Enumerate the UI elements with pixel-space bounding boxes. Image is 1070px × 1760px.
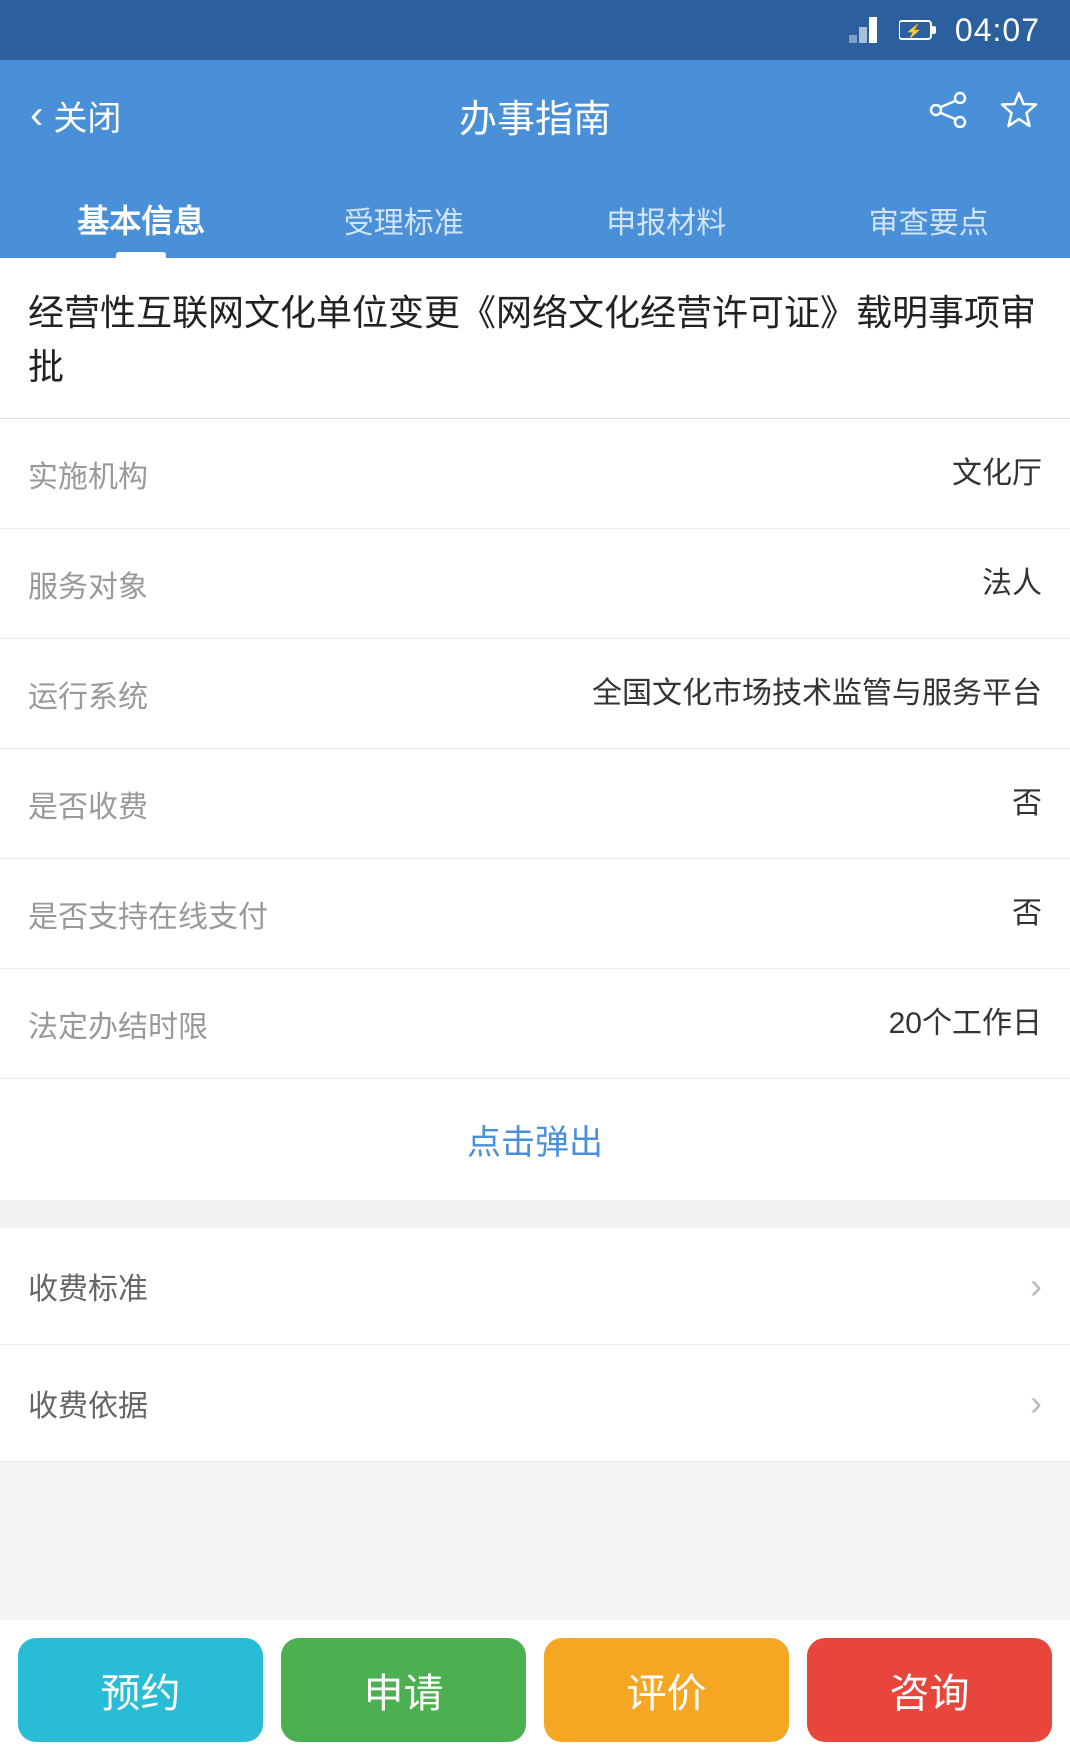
popup-button-row[interactable]: 点击弹出: [0, 1079, 1070, 1208]
section-separator: [0, 1208, 1070, 1228]
label-fee-standard: 收费标准: [28, 1264, 1030, 1308]
label-fee-basis: 收费依据: [28, 1381, 1030, 1425]
top-navigation: ‹ 关闭 办事指南: [0, 60, 1070, 170]
nav-actions: [928, 89, 1040, 141]
tab-materials[interactable]: 申报材料: [535, 198, 798, 258]
arrow-row-fee-basis[interactable]: 收费依据 ›: [0, 1345, 1070, 1462]
info-row-online-pay: 是否支持在线支付 否: [0, 859, 1070, 969]
chevron-right-icon-fee-standard: ›: [1030, 1265, 1042, 1307]
info-row-service-target: 服务对象 法人: [0, 529, 1070, 639]
value-system: 全国文化市场技术监管与服务平台: [592, 671, 1042, 716]
tabs-bar: 基本信息 受理标准 申报材料 审查要点: [0, 170, 1070, 258]
page-title-section: 经营性互联网文化单位变更《网络文化经营许可证》载明事项审批: [0, 258, 1070, 419]
label-fee: 是否收费: [28, 782, 248, 826]
status-bar: ⚡ 04:07: [0, 0, 1070, 60]
info-row-institution: 实施机构 文化厅: [0, 419, 1070, 529]
value-institution: 文化厅: [952, 451, 1042, 496]
back-button[interactable]: ‹ 关闭: [30, 91, 121, 140]
signal-icon: [849, 17, 881, 43]
popup-button-text[interactable]: 点击弹出: [467, 1124, 603, 1162]
nav-title: 办事指南: [459, 88, 611, 143]
tab-review[interactable]: 审查要点: [798, 198, 1061, 258]
back-chevron-icon: ‹: [30, 93, 43, 138]
svg-text:⚡: ⚡: [905, 23, 922, 40]
close-label: 关闭: [53, 91, 121, 140]
label-service-target: 服务对象: [28, 562, 248, 606]
reserve-button[interactable]: 预约: [18, 1638, 263, 1742]
arrow-row-fee-standard[interactable]: 收费标准 ›: [0, 1228, 1070, 1345]
value-service-target: 法人: [982, 561, 1042, 606]
bottom-actions: 预约 申请 评价 咨询: [0, 1620, 1070, 1760]
info-row-system: 运行系统 全国文化市场技术监管与服务平台: [0, 639, 1070, 749]
tab-standard[interactable]: 受理标准: [273, 198, 536, 258]
status-time: 04:07: [955, 12, 1040, 49]
label-deadline: 法定办结时限: [28, 1002, 248, 1046]
tab-basic[interactable]: 基本信息: [10, 196, 273, 258]
favorite-button[interactable]: [998, 89, 1040, 141]
apply-button[interactable]: 申请: [281, 1638, 526, 1742]
value-online-pay: 否: [1012, 891, 1042, 936]
info-row-deadline: 法定办结时限 20个工作日: [0, 969, 1070, 1079]
review-button[interactable]: 评价: [544, 1638, 789, 1742]
arrow-list: 收费标准 › 收费依据 ›: [0, 1228, 1070, 1462]
label-system: 运行系统: [28, 672, 248, 716]
label-institution: 实施机构: [28, 452, 248, 496]
share-icon: [928, 90, 968, 130]
star-icon: [998, 89, 1040, 131]
info-list: 实施机构 文化厅 服务对象 法人 运行系统 全国文化市场技术监管与服务平台 是否…: [0, 419, 1070, 1079]
info-row-fee: 是否收费 否: [0, 749, 1070, 859]
consult-button[interactable]: 咨询: [807, 1638, 1052, 1742]
value-deadline: 20个工作日: [889, 1001, 1042, 1046]
label-online-pay: 是否支持在线支付: [28, 892, 268, 936]
value-fee: 否: [1012, 781, 1042, 826]
share-button[interactable]: [928, 90, 968, 140]
battery-icon: ⚡: [899, 19, 937, 41]
page-title: 经营性互联网文化单位变更《网络文化经营许可证》载明事项审批: [28, 286, 1042, 394]
chevron-right-icon-fee-basis: ›: [1030, 1382, 1042, 1424]
